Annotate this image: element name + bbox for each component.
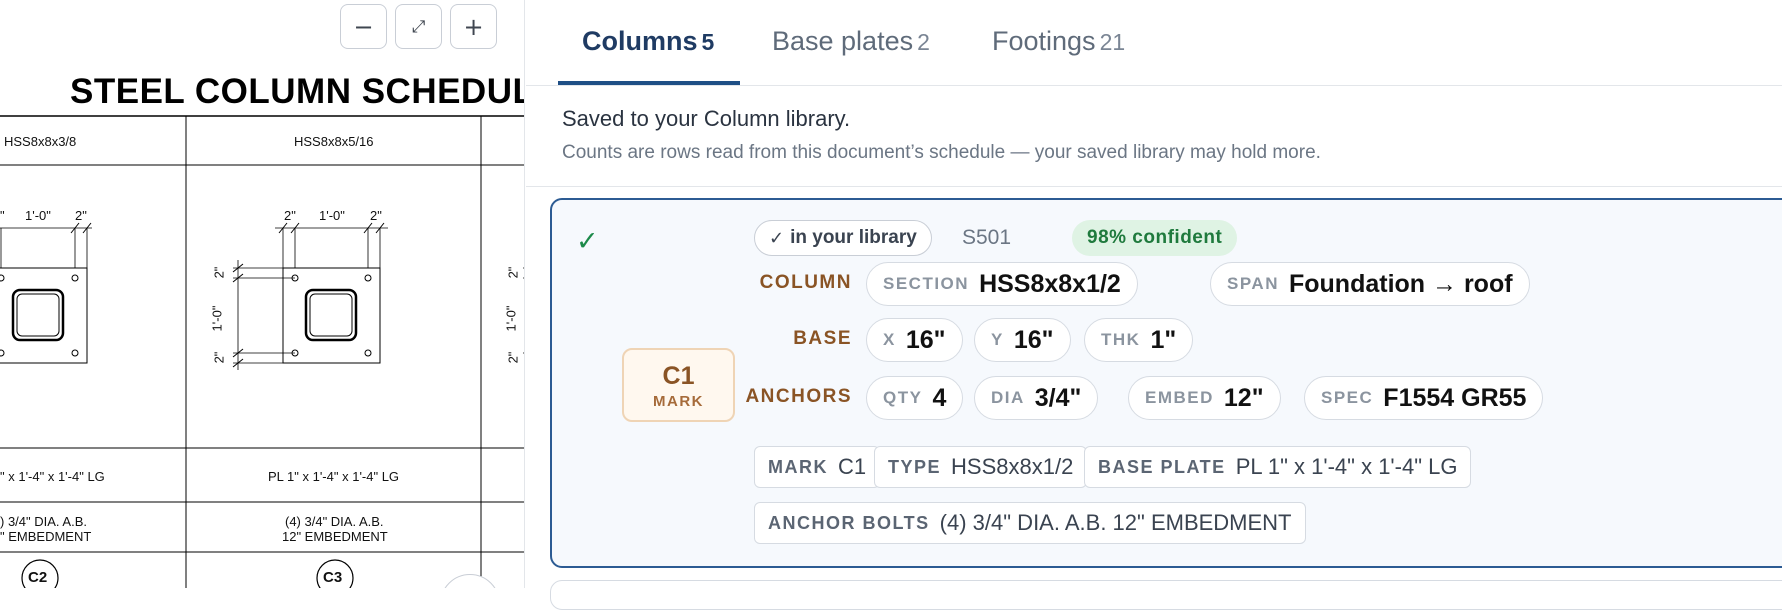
pill-key: QTY [883, 388, 923, 407]
tag-value: (4) 3/4" DIA. A.B. 12" EMBEDMENT [939, 510, 1292, 535]
dim-label: 2" [211, 351, 227, 364]
bolts-label: 12" EMBEDMENT [282, 529, 388, 544]
pill-value: Foundation → roof [1288, 269, 1513, 298]
zoom-controls: − ⤢ + [340, 4, 497, 49]
drawing-viewer[interactable]: − ⤢ + STEEL COLUMN SCHEDULE HSS8x8x3/8 H… [0, 0, 525, 588]
dim-label: 2" [284, 208, 296, 223]
active-tab-indicator [558, 81, 740, 85]
zoom-out-button[interactable]: − [340, 4, 387, 49]
dim-label: 2" [75, 208, 87, 223]
tab-bar: Columns 5 Base plates 2 Footings 21 [526, 0, 1782, 86]
column-card-next[interactable] [550, 580, 1782, 610]
sheet-title: STEEL COLUMN SCHEDULE [70, 72, 525, 111]
base-thk-pill: THK 1" [1084, 318, 1194, 362]
pill-value: 1" [1150, 325, 1177, 354]
column-mark-label: C3 [323, 569, 343, 586]
plate-label: " x 1'-4" x 1'-4" LG [0, 469, 105, 484]
tab-count: 5 [701, 29, 715, 55]
schedule-grid [0, 115, 524, 588]
anchor-embed-pill: EMBED 12" [1128, 376, 1281, 420]
tab-base-plates[interactable]: Base plates 2 [772, 26, 930, 57]
dim-label: 2" [370, 208, 382, 223]
column-mark-label: C2 [28, 569, 48, 586]
pill-key: EMBED [1145, 388, 1214, 407]
column-section-label: HSS8x8x3/8 [4, 134, 77, 149]
raw-anchor-bolts-tag: ANCHOR BOLTS (4) 3/4" DIA. A.B. 12" EMBE… [754, 502, 1306, 544]
tab-label: Columns [582, 26, 698, 56]
tag-key: TYPE [888, 456, 942, 477]
mark-box: C1 MARK [622, 348, 735, 422]
bolts-label: (4) 3/4" DIA. A.B. [285, 514, 384, 529]
tab-label: Footings [992, 26, 1096, 56]
pill-value: 4 [932, 383, 947, 412]
base-x-pill: X 16" [866, 318, 963, 362]
check-icon: ✓ [769, 227, 785, 249]
column-card-c1[interactable]: ✓ ✓ in your library S501 98% confident C… [550, 198, 1782, 568]
mark-label: MARK [653, 393, 704, 410]
tab-footings[interactable]: Footings 21 [992, 26, 1125, 57]
anchor-dia-pill: DIA 3/4" [974, 376, 1099, 420]
notice-subtitle: Counts are rows read from this document’… [562, 142, 1321, 163]
pill-key: DIA [991, 388, 1025, 407]
divider [526, 186, 1782, 187]
pill-key: X [883, 330, 896, 349]
check-icon: ✓ [576, 226, 599, 257]
dim-label: 2" [211, 266, 227, 279]
dim-label: 2" [505, 266, 521, 279]
pill-value: 16" [1013, 325, 1054, 354]
pill-key: SPEC [1321, 388, 1374, 407]
tab-count: 2 [917, 29, 930, 55]
pill-value: 16" [905, 325, 946, 354]
save-notice: Saved to your Column library. Counts are… [562, 106, 1321, 164]
pill-value: HSS8x8x1/2 [979, 269, 1121, 298]
raw-type-tag: TYPE HSS8x8x1/2 [874, 446, 1088, 488]
anchor-spec-pill: SPEC F1554 GR55 [1304, 376, 1544, 420]
row-label-anchors: ANCHORS [745, 386, 852, 407]
pill-value: F1554 GR55 [1383, 383, 1527, 412]
tag-value: C1 [838, 454, 867, 479]
pill-value: 12" [1223, 383, 1264, 412]
tab-count: 21 [1099, 29, 1126, 55]
badge-label: in your library [790, 227, 917, 248]
in-library-badge: ✓ in your library [754, 220, 932, 256]
tag-value: PL 1" x 1'-4" x 1'-4" LG [1235, 454, 1458, 479]
dim-label: 1'-0" [25, 208, 51, 223]
confidence-badge: 98% confident [1072, 220, 1238, 256]
span-pill: SPAN Foundation → roof [1210, 262, 1530, 306]
section-pill: SECTION HSS8x8x1/2 [866, 262, 1138, 306]
schedule-panel: Columns 5 Base plates 2 Footings 21 Saved t… [526, 0, 1782, 610]
tag-key: MARK [768, 456, 828, 477]
dim-label: 1'-0" [209, 305, 225, 332]
bolts-label: " EMBEDMENT [0, 529, 92, 544]
dim-label: " [0, 208, 5, 223]
notice-title: Saved to your Column library. [562, 106, 851, 131]
drawing-sheet: STEEL COLUMN SCHEDULE HSS8x8x3/8 HSS8x8x… [0, 68, 525, 588]
fit-to-view-button[interactable]: ⤢ [395, 4, 442, 49]
row-label-base: BASE [793, 328, 852, 349]
row-label-column: COLUMN [759, 272, 852, 293]
tag-key: BASE PLATE [1098, 456, 1226, 477]
dim-label: 1'-0" [503, 305, 519, 332]
pill-value: 3/4" [1034, 383, 1082, 412]
anchor-qty-pill: QTY 4 [866, 376, 964, 420]
tag-key: ANCHOR BOLTS [768, 512, 930, 533]
mark-value: C1 [662, 362, 695, 390]
raw-base-plate-tag: BASE PLATE PL 1" x 1'-4" x 1'-4" LG [1084, 446, 1472, 488]
raw-mark-tag: MARK C1 [754, 446, 881, 488]
zoom-in-button[interactable]: + [450, 4, 497, 49]
tab-columns[interactable]: Columns 5 [582, 26, 714, 57]
bolts-label: ) 3/4" DIA. A.B. [0, 514, 87, 529]
sheet-reference: S501 [962, 226, 1012, 249]
pill-key: SECTION [883, 274, 970, 293]
pill-key: SPAN [1227, 274, 1279, 293]
tab-label: Base plates [772, 26, 914, 56]
column-section-label: HSS8x8x5/16 [294, 134, 374, 149]
pill-key: THK [1101, 330, 1141, 349]
dim-label: 1'-0" [319, 208, 345, 223]
tag-value: HSS8x8x1/2 [951, 454, 1074, 479]
base-y-pill: Y 16" [974, 318, 1071, 362]
plate-label: PL 1" x 1'-4" x 1'-4" LG [268, 469, 400, 484]
dim-label: 2" [505, 351, 521, 364]
pill-key: Y [991, 330, 1004, 349]
